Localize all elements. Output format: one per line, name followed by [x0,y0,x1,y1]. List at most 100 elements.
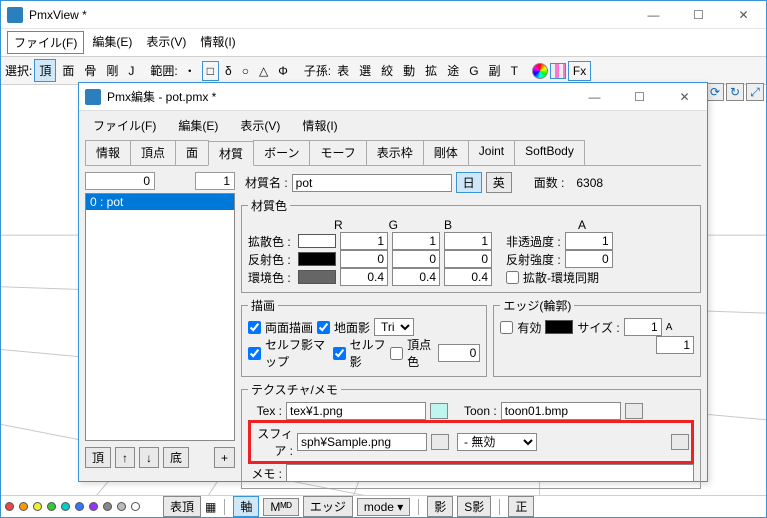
list-bottom-button[interactable]: 底 [163,447,189,468]
tab-rigid[interactable]: 剛体 [423,140,469,165]
menu-info[interactable]: 情報(I) [194,31,241,54]
twoside-checkbox[interactable] [248,321,261,334]
spec-r[interactable] [340,250,388,268]
dlg-menu-file[interactable]: ファイル(F) [87,115,162,136]
maximize-button[interactable]: ☐ [676,1,721,29]
material-listbox[interactable]: 0 : pot [85,193,235,441]
tab-frame[interactable]: 表示枠 [366,140,424,165]
amb-r[interactable] [340,268,388,286]
self-checkbox[interactable] [333,347,346,360]
menu-edit[interactable]: 編集(E) [86,31,138,54]
tb-bone[interactable]: 骨 [80,60,100,81]
menu-file[interactable]: ファイル(F) [7,31,84,54]
dialog-close-button[interactable]: ✕ [662,83,707,111]
tb-omote[interactable]: 表 [333,60,353,81]
spec-g[interactable] [392,250,440,268]
tb-j[interactable]: J [124,62,138,80]
alpha-input[interactable] [565,232,613,250]
tri-select[interactable]: Tri [374,318,414,336]
selfmap-checkbox[interactable] [248,347,261,360]
list-top-button[interactable]: 頂 [85,447,111,468]
dlg-menu-view[interactable]: 表示(V) [234,115,286,136]
memo-input[interactable] [286,464,694,482]
sphere-browse-button[interactable] [431,434,449,450]
ambient-swatch[interactable] [298,270,336,284]
ground-checkbox[interactable] [317,321,330,334]
edge-enable-checkbox[interactable] [500,321,513,334]
lang-ja-button[interactable]: 日 [456,172,482,193]
tb-do[interactable]: 動 [399,60,419,81]
draw-value[interactable] [438,344,480,362]
tb-t[interactable]: T [507,62,522,80]
sb-kage[interactable]: 影 [427,496,453,517]
vcolor-checkbox[interactable] [390,347,403,360]
refresh-icon[interactable]: ⟳ [706,83,724,101]
tb-tri[interactable]: △ [255,62,272,80]
tab-info[interactable]: 情報 [85,140,131,165]
sphere-input[interactable] [297,433,427,451]
edge-alpha[interactable] [656,336,694,354]
tb-sen[interactable]: 選 [355,60,375,81]
sb-jiku[interactable]: 軸 [233,496,259,517]
dialog-maximize-button[interactable]: ☐ [617,83,662,111]
list-add-button[interactable]: + [214,447,235,468]
tb-g[interactable]: G [465,62,482,80]
list-index-input[interactable] [85,172,155,190]
tb-rigid[interactable]: 剛 [102,60,122,81]
tab-face[interactable]: 面 [175,140,209,165]
close-button[interactable]: ✕ [721,1,766,29]
tb-to[interactable]: 途 [443,60,463,81]
lang-en-button[interactable]: 英 [486,172,512,193]
tex-input[interactable] [286,402,426,420]
tb-dot[interactable]: ・ [180,60,200,81]
list-item[interactable]: 0 : pot [86,194,234,210]
tb-circle[interactable]: ○ [238,62,253,80]
diffuse-swatch[interactable] [298,234,336,248]
dialog-minimize-button[interactable]: — [572,83,617,111]
sb-omotetop[interactable]: 表頂 [163,496,201,517]
specular-swatch[interactable] [298,252,336,266]
tb-square[interactable]: □ [202,61,219,81]
tab-softbody[interactable]: SoftBody [514,140,585,165]
tb-fuku[interactable]: 副 [485,60,505,81]
menu-view[interactable]: 表示(V) [140,31,192,54]
tab-material[interactable]: 材質 [208,141,254,166]
sb-mode[interactable]: mode ▾ [357,498,410,516]
edge-color-swatch[interactable] [545,320,573,334]
amb-g[interactable] [392,268,440,286]
tb-face[interactable]: 面 [58,60,78,81]
palette-icon[interactable]: ▦ [205,500,216,514]
sb-sei[interactable]: 正 [508,496,534,517]
list-up-button[interactable]: ↑ [115,447,135,468]
rotate-icon[interactable]: ↻ [726,83,744,101]
diff-amb-sync-checkbox[interactable] [506,271,519,284]
edge-size[interactable] [624,318,662,336]
tb-kaku[interactable]: 拡 [421,60,441,81]
specpow-input[interactable] [565,250,613,268]
tb-vertex[interactable]: 頂 [34,59,56,82]
spec-b[interactable] [444,250,492,268]
list-down-button[interactable]: ↓ [139,447,159,468]
expand-icon[interactable]: ⤢ [746,83,764,101]
tab-joint[interactable]: Joint [468,140,515,165]
toon-browse-button[interactable] [625,403,643,419]
color-wheel-icon[interactable] [532,63,548,79]
list-count-input[interactable] [195,172,235,190]
sb-skage[interactable]: S影 [457,496,491,517]
minimize-button[interactable]: — [631,1,676,29]
tb-fx[interactable]: Fx [568,61,591,81]
amb-b[interactable] [444,268,492,286]
sphere-mode-select[interactable]: - 無効 [457,433,537,451]
tb-delta[interactable]: δ [221,62,236,80]
toon-input[interactable] [501,402,621,420]
tab-morph[interactable]: モーフ [309,140,366,165]
diffuse-b[interactable] [444,232,492,250]
sb-edge[interactable]: エッジ [303,496,353,517]
material-name-input[interactable] [292,174,452,192]
diffuse-r[interactable] [340,232,388,250]
diffuse-g[interactable] [392,232,440,250]
tb-shibori[interactable]: 絞 [377,60,397,81]
dlg-menu-info[interactable]: 情報(I) [296,115,343,136]
tab-vertex[interactable]: 頂点 [130,140,176,165]
dlg-menu-edit[interactable]: 編集(E) [172,115,224,136]
